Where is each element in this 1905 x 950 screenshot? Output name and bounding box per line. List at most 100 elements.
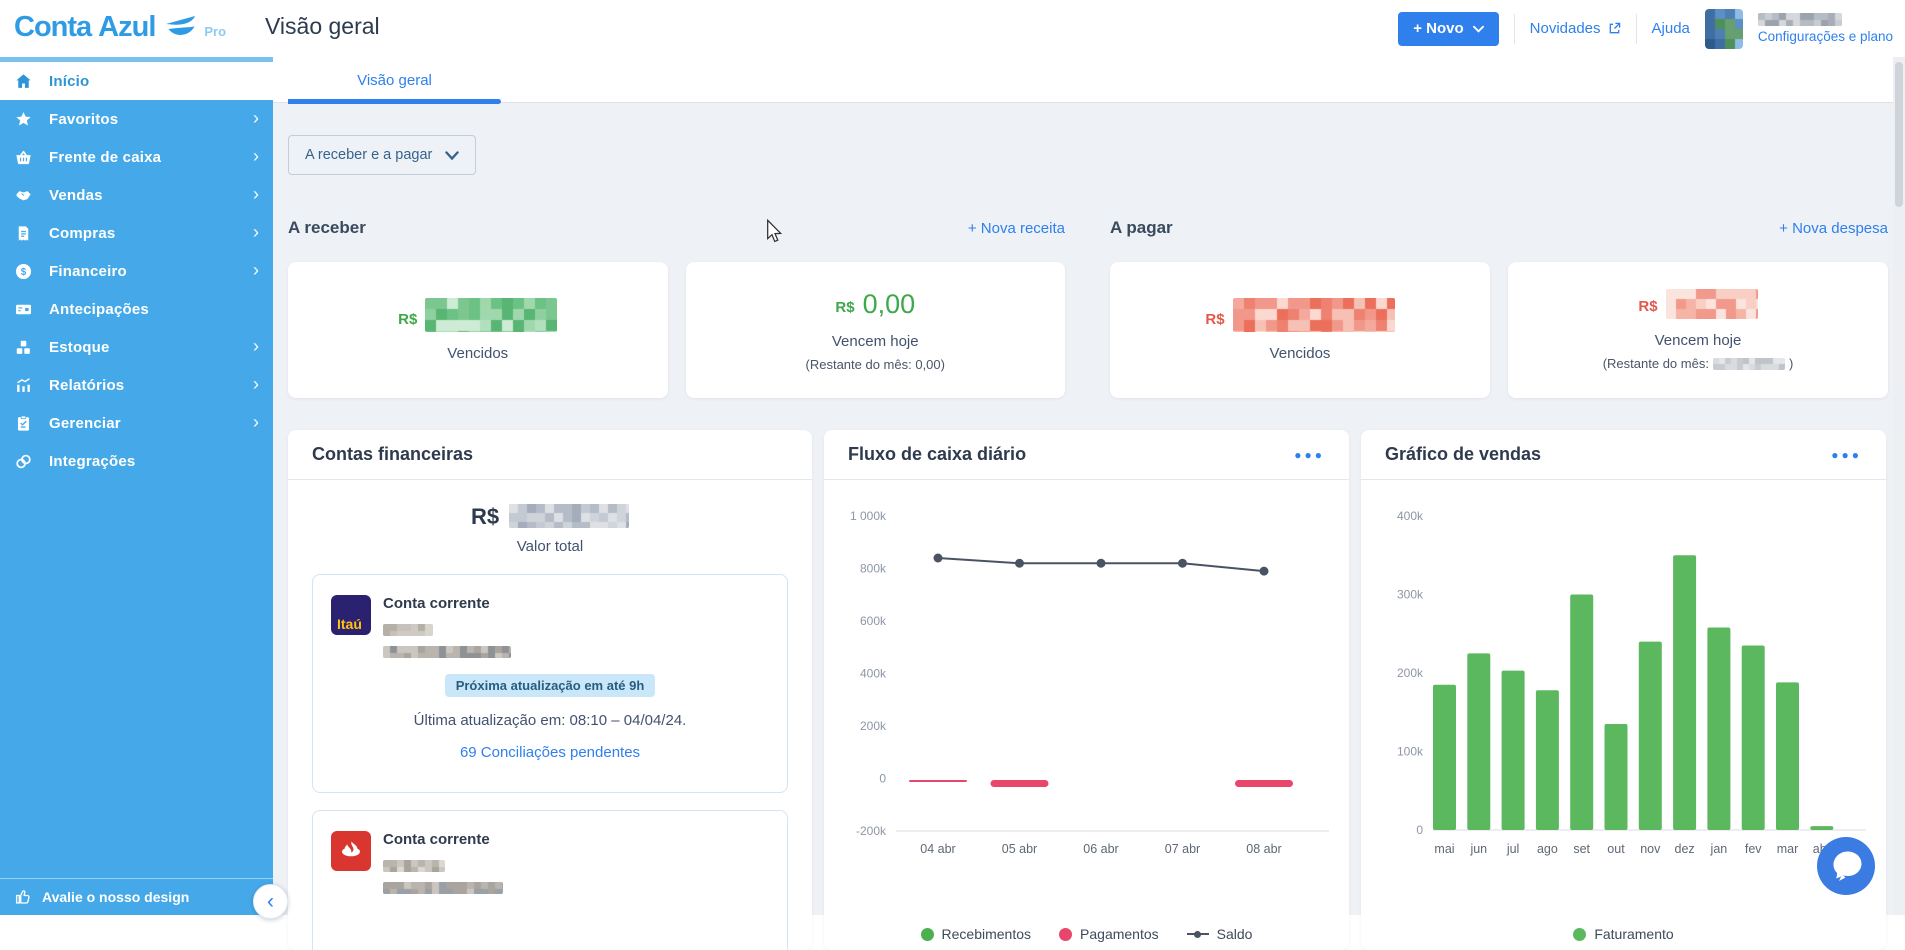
contaazul-logo[interactable]: Conta Azul Pro [14,9,226,45]
line-marker-icon [1186,930,1209,938]
sidebar-item-label: Gerenciar [49,414,121,432]
top-header: Conta Azul Pro Visão geral + Novo Novidad… [0,0,1905,57]
scrollbar-thumb[interactable] [1895,62,1903,207]
svg-text:out: out [1607,842,1625,856]
sidebar-collapse-button[interactable]: ‹ [253,884,288,919]
sidebar-item-vendas[interactable]: Vendas › [0,176,273,214]
svg-text:05 abr: 05 abr [1002,842,1037,856]
chevron-right-icon: › [253,412,259,432]
sidebar-item-estoque[interactable]: Estoque › [0,328,273,366]
chevron-right-icon: › [253,260,259,280]
svg-text:200k: 200k [1397,666,1424,680]
svg-text:800k: 800k [860,562,887,576]
sidebar-nav: Início Favoritos › Frente de caixa › Vendas › C… [0,62,273,480]
logo-text: Conta [14,11,92,43]
svg-text:04 abr: 04 abr [920,842,955,856]
header-divider [1635,13,1637,44]
chart-legend: Faturamento [1361,926,1886,942]
redacted-amount [425,298,558,332]
tab-visao-geral[interactable]: Visão geral [288,57,501,104]
chat-widget-button[interactable] [1817,837,1875,895]
sidebar-item-compras[interactable]: Compras › [0,214,273,252]
svg-text:400k: 400k [1397,509,1424,523]
nova-despesa-link[interactable]: + Nova despesa [1779,220,1888,237]
nova-receita-link[interactable]: + Nova receita [968,220,1065,237]
redacted-account-detail [383,646,511,658]
section-a-pagar: A pagar + Nova despesa R$ Vencidos R$ Ve… [1110,215,1888,398]
conciliacoes-pendentes-link[interactable]: 69 Conciliações pendentes [331,744,769,761]
tab-bar: Visão geral [273,57,1905,104]
plan-badge: Pro [204,24,227,39]
panel-fluxo-de-caixa: Fluxo de caixa diário ●●● 1 000k 800k 600k… [824,430,1349,950]
account-card-santander[interactable]: Conta corrente [312,810,788,950]
chevron-right-icon: › [253,108,259,128]
rate-design-button[interactable]: Avalie o nosso design [0,878,273,915]
panel-title: Gráfico de vendas [1385,444,1542,464]
chevron-down-icon [445,150,460,160]
boxes-icon [13,337,34,358]
receber-vencidos-card[interactable]: R$ Vencidos [288,262,668,398]
svg-text:300k: 300k [1397,588,1424,602]
pagar-vencem-hoje-card[interactable]: R$ Vencem hoje (Restante do mês: ) [1508,262,1888,398]
chart-legend: Recebimentos Pagamentos Saldo [824,926,1349,942]
svg-text:jan: jan [1710,842,1728,856]
active-tab-underline [288,99,501,104]
sidebar-item-label: Relatórios [49,376,125,394]
svg-text:400k: 400k [860,667,887,681]
redacted-account-detail [383,882,503,894]
sidebar-item-integracoes[interactable]: Integrações [0,442,273,480]
svg-text:200k: 200k [860,719,887,733]
svg-text:-200k: -200k [856,824,887,838]
panel-title: Fluxo de caixa diário [848,444,1027,464]
itau-logo: Itaú [331,595,371,635]
sidebar-item-label: Estoque [49,338,110,356]
account-type: Conta corrente [383,831,490,848]
handshake-icon [13,185,34,206]
sidebar-item-label: Financeiro [49,262,127,280]
legend-item-saldo: Saldo [1186,926,1252,942]
mouse-cursor [767,219,783,243]
ajuda-link[interactable]: Ajuda [1652,20,1690,37]
sidebar: Início Favoritos › Frente de caixa › Vendas › C… [0,57,273,915]
section-title-a-receber: A receber [288,218,366,237]
more-options-icon[interactable]: ●●● [1294,448,1325,462]
chevron-right-icon: › [253,184,259,204]
sidebar-item-favoritos[interactable]: Favoritos › [0,100,273,138]
receber-vencem-hoje-card[interactable]: R$ 0,00 Vencem hoje (Restante do mês: 0,… [685,262,1065,398]
santander-logo [331,831,371,871]
dollar-circle-icon: $ [13,261,34,282]
dot-marker-icon [1573,927,1587,941]
sidebar-item-inicio[interactable]: Início [0,62,273,100]
clipboard-check-icon [13,413,34,434]
redacted-total-amount [509,504,630,528]
next-update-badge: Próxima atualização em até 9h [444,674,656,697]
santander-flame-icon [342,841,360,857]
chevron-down-icon [1472,25,1484,33]
filter-dropdown[interactable]: A receber e a pagar [288,135,477,175]
account-card-itau[interactable]: Itaú Conta corrente Próxima atualização … [312,574,788,793]
sidebar-item-antecipacoes[interactable]: Antecipações [0,290,273,328]
more-options-icon[interactable]: ●●● [1831,448,1862,462]
novidades-link[interactable]: Novidades [1530,20,1621,37]
sidebar-item-gerenciar[interactable]: Gerenciar › [0,404,273,442]
vertical-scrollbar[interactable] [1893,57,1905,915]
sidebar-item-label: Integrações [49,452,136,470]
novo-button[interactable]: + Novo [1398,11,1499,46]
redacted-amount [1665,289,1758,319]
basket-icon [13,147,34,168]
contaazul-leaf-icon [166,16,196,35]
panel-contas-financeiras: Contas financeiras R$ Valor total Itaú C… [288,430,812,950]
configuracoes-link[interactable]: Configurações e plano [1758,29,1893,44]
pagar-vencidos-card[interactable]: R$ Vencidos [1110,262,1490,398]
chevron-right-icon: › [253,222,259,242]
svg-text:07 abr: 07 abr [1165,842,1200,856]
home-icon [13,71,34,92]
sidebar-item-financeiro[interactable]: $ Financeiro › [0,252,273,290]
user-name-redacted [1757,13,1842,26]
avatar[interactable] [1704,8,1743,49]
sidebar-item-relatorios[interactable]: Relatórios › [0,366,273,404]
sidebar-item-frente-de-caixa[interactable]: Frente de caixa › [0,138,273,176]
user-menu[interactable]: Configurações e plano [1757,13,1893,44]
svg-text:600k: 600k [860,614,887,628]
sidebar-item-label: Compras [49,224,116,242]
